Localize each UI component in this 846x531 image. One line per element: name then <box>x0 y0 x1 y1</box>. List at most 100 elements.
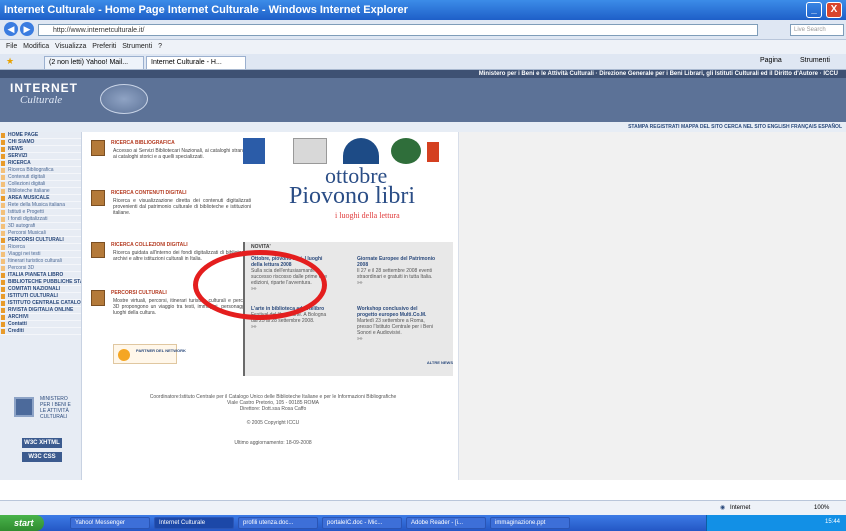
service-title[interactable]: PERCORSI CULTURALI <box>111 290 167 296</box>
sidebar-item[interactable]: Crediti <box>0 328 81 335</box>
sidebar: HOME PAGE CHI SIAMO NEWS SERVIZI RICERCA… <box>0 132 82 480</box>
w3c-css-badge[interactable]: W3C CSS <box>22 452 62 462</box>
page-menu[interactable]: Pagina <box>760 57 782 64</box>
sidebar-item[interactable]: Biblioteche italiane <box>0 188 81 195</box>
service-title[interactable]: RICERCA CONTENUTI DIGITALI <box>111 190 187 196</box>
forward-icon[interactable]: ▶ <box>20 22 34 36</box>
main-content: RICERCA BIBLIOGRAFICA Accesso ai Servizi… <box>83 132 459 480</box>
top-navigation[interactable]: STAMPA REGISTRATI MAPPA DEL SITO CERCA N… <box>0 122 846 132</box>
piovono-libri-title: Piovono libri <box>289 183 416 209</box>
menu-modifica[interactable]: Modifica <box>23 43 49 50</box>
taskbar-item[interactable]: Internet Culturale <box>154 517 234 529</box>
menu-help[interactable]: ? <box>158 43 162 50</box>
footer: Coordinatore:Istituto Centrale per il Ca… <box>103 394 443 446</box>
service-thumbnail <box>91 242 105 258</box>
sidebar-item[interactable]: Contenuti digitali <box>0 174 81 181</box>
sidebar-item[interactable]: Rete della Musica italiana <box>0 202 81 209</box>
news-more-link[interactable]: »» <box>357 280 437 286</box>
news-more-link[interactable]: »» <box>251 324 331 330</box>
service-title[interactable]: RICERCA BIBLIOGRAFICA <box>111 140 175 146</box>
windows-taskbar: start Yahoo! Messenger Internet Cultural… <box>0 515 846 531</box>
centro-libro-logo[interactable] <box>293 138 327 164</box>
back-icon[interactable]: ◀ <box>4 22 18 36</box>
news-desc: Il 27 e il 28 settembre 2008 eventi stra… <box>357 268 433 280</box>
footer-copyright: © 2005 Copyright ICCU <box>246 420 300 426</box>
tab-bar: ★ (2 non letti) Yahoo! Mail... Internet … <box>0 54 846 70</box>
flag-logo[interactable] <box>427 142 439 162</box>
news-title[interactable]: Giornate Europee del Patrimonio 2008 <box>357 256 437 268</box>
news-more-link[interactable]: »» <box>357 336 437 342</box>
news-title[interactable]: Workshop conclusivo del progetto europeo… <box>357 306 437 318</box>
sidebar-item[interactable]: Collezioni digitali <box>0 181 81 188</box>
status-bar: ◉ Internet 100% <box>0 500 846 515</box>
ministero-logo[interactable]: MINISTERO PER I BENI E LE ATTIVITÀ CULTU… <box>8 394 78 420</box>
ministero-icon <box>14 397 34 417</box>
tools-menu[interactable]: Strumenti <box>800 57 830 64</box>
sidebar-item[interactable]: RIVISTA DIGITALIA ONLINE <box>0 307 81 314</box>
zoom-level[interactable]: 100% <box>814 501 829 516</box>
ministero-text: MINISTERO PER I BENI E LE ATTIVITÀ CULTU… <box>40 396 71 420</box>
security-zone: Internet <box>730 505 751 511</box>
menu-preferiti[interactable]: Preferiti <box>92 43 116 50</box>
tab-internet-culturale[interactable]: Internet Culturale - H... <box>146 56 246 69</box>
start-button[interactable]: start <box>0 515 44 531</box>
sidebar-item[interactable]: RICERCA <box>0 160 81 167</box>
clock[interactable]: 15:44 <box>825 519 840 525</box>
sidebar-item[interactable]: 3D autografi <box>0 223 81 230</box>
menu-strumenti[interactable]: Strumenti <box>122 43 152 50</box>
system-tray: 15:44 <box>706 515 846 531</box>
address-bar-row: ◀ ▶ http://www.internetculturale.it/ Liv… <box>0 20 846 40</box>
sidebar-item[interactable]: COMITATI NAZIONALI <box>0 286 81 293</box>
sidebar-item[interactable]: Percorsi Musicali <box>0 230 81 237</box>
service-thumbnail <box>91 140 105 156</box>
taskbar-item[interactable]: immaginazione.ppt <box>490 517 570 529</box>
ottobre-piovono-libri-banner[interactable]: ottobre Piovono libri i luoghi della let… <box>275 165 425 226</box>
search-input[interactable]: Live Search <box>790 24 844 36</box>
sidebar-item[interactable]: ISTITUTI CULTURALI <box>0 293 81 300</box>
sidebar-item[interactable]: Viaggi nei testi <box>0 251 81 258</box>
taskbar-item[interactable]: profili utenza.doc... <box>238 517 318 529</box>
taskbar-item[interactable]: Yahoo! Messenger <box>70 517 150 529</box>
news-item[interactable]: Giornate Europee del Patrimonio 2008 Il … <box>357 256 437 286</box>
taskbar-item[interactable]: Adobe Reader - [i... <box>406 517 486 529</box>
tab-yahoo-mail[interactable]: (2 non letti) Yahoo! Mail... <box>44 56 144 69</box>
site-logo-line2[interactable]: Culturale <box>20 94 62 106</box>
sidebar-item[interactable]: Istituti e Progetti <box>0 209 81 216</box>
minimize-button[interactable]: _ <box>806 2 822 18</box>
sidebar-item[interactable]: AREA MUSICALE <box>0 195 81 202</box>
sidebar-item[interactable]: Contatti <box>0 321 81 328</box>
altre-news-link[interactable]: ALTRE NEWS <box>405 360 453 365</box>
sidebar-item[interactable]: Ricerca <box>0 244 81 251</box>
sidebar-item[interactable]: ARCHIVI <box>0 314 81 321</box>
ottobre-subtitle: i luoghi della lettura <box>335 211 400 220</box>
sidebar-item[interactable]: SERVIZI <box>0 153 81 160</box>
menu-visualizza[interactable]: Visualizza <box>55 43 86 50</box>
url-input[interactable]: http://www.internetculturale.it/ <box>38 24 758 36</box>
service-description: Accesso ai Servizi Bibliotecari Nazional… <box>113 148 251 160</box>
sidebar-item[interactable]: NEWS <box>0 146 81 153</box>
sidebar-item[interactable]: ITALIA PIANETA LIBRO <box>0 272 81 279</box>
w3c-xhtml-badge[interactable]: W3C XHTML <box>22 438 62 448</box>
sidebar-item[interactable]: HOME PAGE <box>0 132 81 139</box>
news-desc: Martedì 23 settembre a Roma, presso l'Is… <box>357 318 433 336</box>
anniversary-logo[interactable] <box>391 138 421 164</box>
sidebar-item[interactable]: Itinerari turistico culturali <box>0 258 81 265</box>
sidebar-item[interactable]: Percorsi 3D <box>0 265 81 272</box>
sidebar-item[interactable]: Ricerca Bibliografica <box>0 167 81 174</box>
sidebar-item[interactable]: PERCORSI CULTURALI <box>0 237 81 244</box>
menu-file[interactable]: File <box>6 43 17 50</box>
partner-badge[interactable]: PARTNER DEL NETWORK <box>113 344 186 364</box>
site-logo-line1[interactable]: INTERNET <box>10 81 78 95</box>
service-title[interactable]: RICERCA COLLEZIONI DIGITALI <box>111 242 188 248</box>
service-thumbnail <box>91 190 105 206</box>
sidebar-item[interactable]: I fondi digitalizzati <box>0 216 81 223</box>
sidebar-item[interactable]: ISTITUTO CENTRALE CATALOGO UNICO <box>0 300 81 307</box>
taskbar-item[interactable]: portaleIC.doc - Mic... <box>322 517 402 529</box>
news-item[interactable]: Workshop conclusivo del progetto europeo… <box>357 306 437 342</box>
sidebar-item[interactable]: BIBLIOTECHE PUBBLICHE STATALI <box>0 279 81 286</box>
favorites-star-icon[interactable]: ★ <box>6 56 14 67</box>
close-button[interactable]: X <box>826 2 842 18</box>
semicircle-logo[interactable] <box>343 138 379 164</box>
mibac-logo[interactable] <box>243 138 265 164</box>
sidebar-item[interactable]: CHI SIAMO <box>0 139 81 146</box>
